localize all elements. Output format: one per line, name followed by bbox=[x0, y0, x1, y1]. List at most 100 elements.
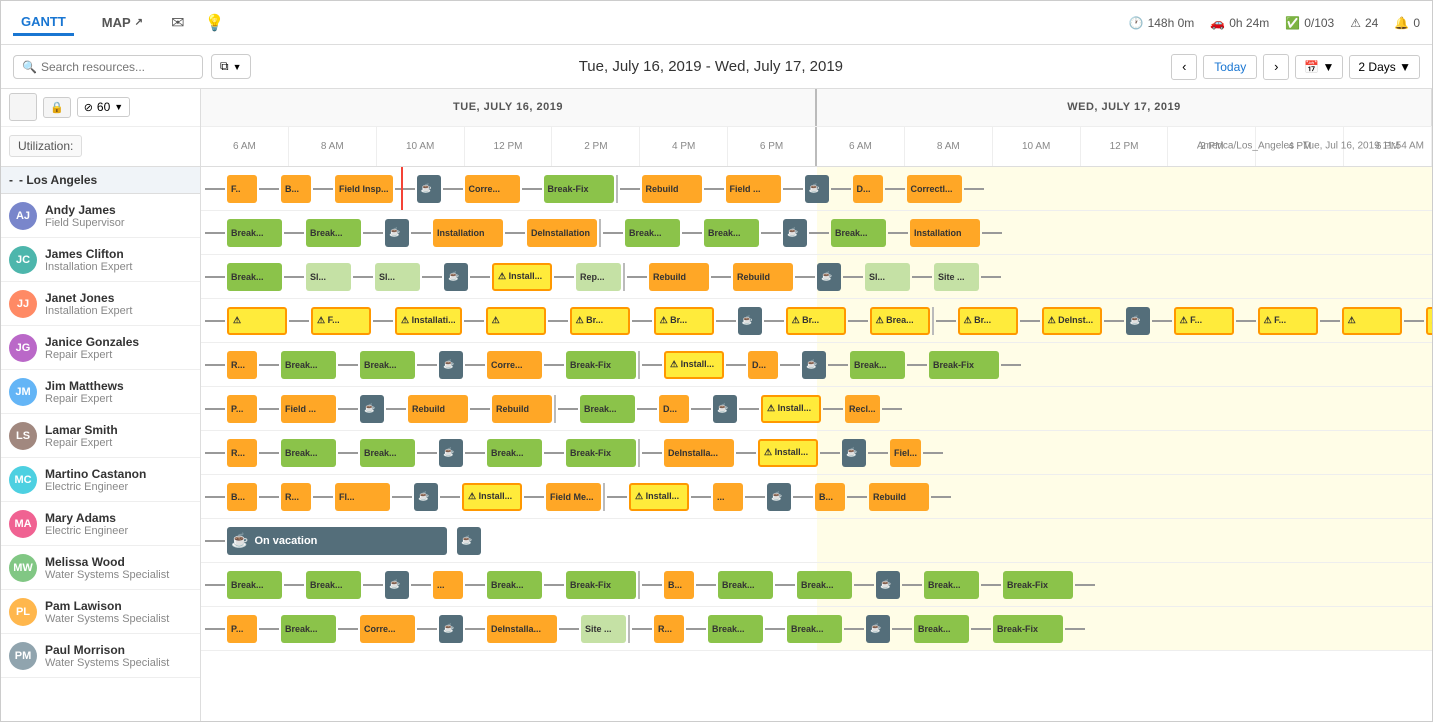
task-bar[interactable]: Break... bbox=[580, 395, 635, 423]
task-bar[interactable]: B... bbox=[227, 483, 257, 511]
task-bar[interactable]: ... bbox=[713, 483, 743, 511]
task-bar[interactable]: ☕ bbox=[414, 483, 438, 511]
task-bar[interactable]: ☕ bbox=[360, 395, 384, 423]
task-bar[interactable]: Break... bbox=[487, 439, 542, 467]
task-bar[interactable]: ⚠ Br... bbox=[786, 307, 846, 335]
task-bar[interactable]: ☕ bbox=[385, 219, 409, 247]
task-bar[interactable]: Sl... bbox=[865, 263, 910, 291]
lightbulb-icon[interactable]: 💡 bbox=[204, 13, 224, 33]
resource-row[interactable]: MAMary AdamsElectric Engineer bbox=[1, 502, 200, 546]
task-bar[interactable]: ☕ On vacation bbox=[227, 527, 447, 555]
task-bar[interactable]: ☕ bbox=[1126, 307, 1150, 335]
task-bar[interactable]: Rebuild bbox=[492, 395, 552, 423]
task-bar[interactable]: ☕ bbox=[385, 571, 409, 599]
task-bar[interactable]: ⚠ Install... bbox=[492, 263, 552, 291]
col-toggle[interactable] bbox=[9, 93, 37, 121]
task-bar[interactable]: Break... bbox=[360, 439, 415, 467]
task-bar[interactable]: Break-Fix bbox=[566, 351, 636, 379]
task-bar[interactable]: F.. bbox=[227, 175, 257, 203]
task-bar[interactable]: Break... bbox=[227, 219, 282, 247]
task-bar[interactable]: Break-Fix bbox=[544, 175, 614, 203]
search-input[interactable] bbox=[41, 60, 191, 74]
task-bar[interactable]: Break... bbox=[924, 571, 979, 599]
calendar-button[interactable]: 📅 ▼ bbox=[1295, 55, 1343, 79]
group-header-la[interactable]: - - Los Angeles bbox=[1, 167, 200, 194]
task-bar[interactable]: ⚠ Install... bbox=[664, 351, 724, 379]
task-bar[interactable]: Installation bbox=[433, 219, 503, 247]
task-bar[interactable]: Break... bbox=[708, 615, 763, 643]
search-box[interactable]: 🔍 bbox=[13, 55, 203, 79]
task-bar[interactable]: Field ... bbox=[281, 395, 336, 423]
next-button[interactable]: › bbox=[1263, 54, 1289, 80]
task-bar[interactable]: Break-Fix bbox=[566, 439, 636, 467]
task-bar[interactable]: ⚠ Brea... bbox=[870, 307, 930, 335]
task-bar[interactable]: ⚠ bbox=[227, 307, 287, 335]
lock-button[interactable]: 🔒 bbox=[43, 97, 71, 118]
task-bar[interactable]: P... bbox=[227, 395, 257, 423]
task-bar[interactable]: R... bbox=[654, 615, 684, 643]
task-bar[interactable]: DeInstalla... bbox=[487, 615, 557, 643]
task-bar[interactable]: ☕ bbox=[817, 263, 841, 291]
task-bar[interactable]: Break... bbox=[797, 571, 852, 599]
task-bar[interactable]: R... bbox=[227, 439, 257, 467]
task-bar[interactable]: Break... bbox=[227, 263, 282, 291]
task-bar[interactable]: Break... bbox=[718, 571, 773, 599]
task-bar[interactable]: ☕ bbox=[738, 307, 762, 335]
task-bar[interactable]: Break... bbox=[487, 571, 542, 599]
task-bar[interactable]: ☕ bbox=[457, 527, 481, 555]
task-bar[interactable]: ⚠ F... bbox=[1258, 307, 1318, 335]
task-bar[interactable]: Rebuild bbox=[408, 395, 468, 423]
task-bar[interactable]: Field ... bbox=[726, 175, 781, 203]
task-bar[interactable]: ☕ bbox=[842, 439, 866, 467]
task-bar[interactable]: Break... bbox=[704, 219, 759, 247]
task-bar[interactable]: Break-Fix bbox=[1003, 571, 1073, 599]
tab-map[interactable]: MAP ↗ bbox=[94, 11, 151, 34]
task-bar[interactable]: Rebuild bbox=[733, 263, 793, 291]
zoom-control[interactable]: ⊘ 60 ▼ bbox=[77, 97, 131, 117]
task-bar[interactable]: ⚠ F... bbox=[311, 307, 371, 335]
task-bar[interactable]: P... bbox=[227, 615, 257, 643]
task-bar[interactable]: Break... bbox=[281, 439, 336, 467]
task-bar[interactable]: Break... bbox=[831, 219, 886, 247]
task-bar[interactable]: ☕ bbox=[767, 483, 791, 511]
task-bar[interactable]: Correctl... bbox=[907, 175, 962, 203]
task-bar[interactable]: ☕ bbox=[439, 615, 463, 643]
task-bar[interactable]: ⚠ Install... bbox=[758, 439, 818, 467]
task-bar[interactable]: ... bbox=[433, 571, 463, 599]
resource-row[interactable]: MWMelissa WoodWater Systems Specialist bbox=[1, 546, 200, 590]
task-bar[interactable]: Break... bbox=[787, 615, 842, 643]
task-bar[interactable]: B... bbox=[664, 571, 694, 599]
task-bar[interactable]: ⚠ Br... bbox=[570, 307, 630, 335]
task-bar[interactable]: ☕ bbox=[713, 395, 737, 423]
task-bar[interactable]: ☕ bbox=[439, 351, 463, 379]
tab-gantt[interactable]: GANTT bbox=[13, 10, 74, 36]
task-bar[interactable]: Break... bbox=[306, 219, 361, 247]
resource-row[interactable]: JMJim MatthewsRepair Expert bbox=[1, 370, 200, 414]
task-bar[interactable]: Rebuild bbox=[869, 483, 929, 511]
task-bar[interactable]: Sl... bbox=[306, 263, 351, 291]
task-bar[interactable]: ☕ bbox=[866, 615, 890, 643]
task-bar[interactable]: Break-Fix bbox=[566, 571, 636, 599]
task-bar[interactable]: Break... bbox=[281, 351, 336, 379]
task-bar[interactable]: Break... bbox=[360, 351, 415, 379]
resource-row[interactable]: JGJanice GonzalesRepair Expert bbox=[1, 326, 200, 370]
task-bar[interactable]: Field Me... bbox=[546, 483, 601, 511]
task-bar[interactable]: Break... bbox=[850, 351, 905, 379]
prev-button[interactable]: ‹ bbox=[1171, 54, 1197, 80]
resource-row[interactable]: PMPaul MorrisonWater Systems Specialist bbox=[1, 634, 200, 678]
task-bar[interactable]: ⚠ Br... bbox=[654, 307, 714, 335]
resource-row[interactable]: PLPam LawisonWater Systems Specialist bbox=[1, 590, 200, 634]
resource-row[interactable]: LSLamar SmithRepair Expert bbox=[1, 414, 200, 458]
resource-row[interactable]: JCJames CliftonInstallation Expert bbox=[1, 238, 200, 282]
task-bar[interactable]: ⚠ Installati... bbox=[395, 307, 462, 335]
task-bar[interactable]: Corre... bbox=[360, 615, 415, 643]
task-bar[interactable]: ⚠ Install... bbox=[462, 483, 522, 511]
task-bar[interactable]: Break... bbox=[227, 571, 282, 599]
task-bar[interactable]: DeInstallation bbox=[527, 219, 597, 247]
days-select[interactable]: 2 Days ▼ bbox=[1349, 55, 1420, 79]
task-bar[interactable]: ☕ bbox=[417, 175, 441, 203]
task-bar[interactable]: Field Insp... bbox=[335, 175, 393, 203]
task-bar[interactable]: B... bbox=[815, 483, 845, 511]
task-bar[interactable]: R... bbox=[227, 351, 257, 379]
task-bar[interactable]: ☕ bbox=[439, 439, 463, 467]
